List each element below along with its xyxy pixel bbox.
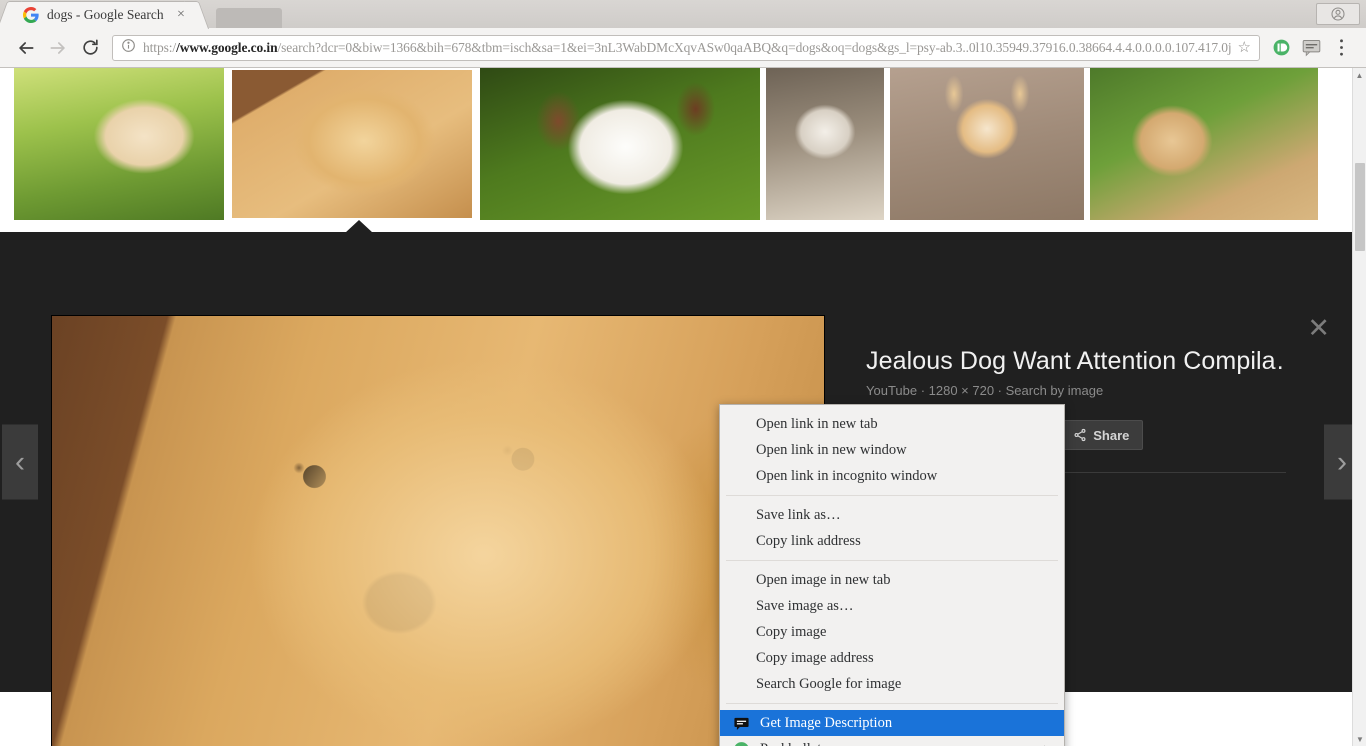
menu-item-label: Get Image Description [760,714,893,731]
menu-item-pushbullet[interactable]: Pushbullet▶ [720,736,1064,746]
menu-item-open-link-in-incognito-window[interactable]: Open link in incognito window [720,463,1064,489]
browser-chrome: dogs - Google Search × https://www.googl… [0,0,1366,68]
new-tab-button[interactable] [216,8,282,28]
result-thumbnail[interactable] [1090,68,1318,220]
menu-item-label: Open link in incognito window [756,467,938,484]
image-metadata: YouTube · 1280 × 720 · Search by image [866,383,1104,398]
chrome-menu-icon[interactable] [1326,33,1356,63]
profile-avatar-button[interactable] [1316,3,1360,25]
back-button[interactable] [10,32,42,64]
main-preview-image[interactable] [52,316,824,746]
result-thumbnail[interactable] [890,68,1084,220]
menu-separator [726,560,1058,561]
share-icon [1074,428,1086,442]
url-domain: /www.google.co.in [176,39,278,55]
address-bar[interactable]: https://www.google.co.in/search?dcr=0&bi… [112,34,1260,61]
reload-button[interactable] [74,32,106,64]
url-scheme: https:/ [143,39,177,55]
star-icon[interactable]: ☆ [1238,38,1251,57]
menu-item-label: Save link as… [756,506,841,523]
scroll-down-arrow[interactable]: ▼ [1353,732,1366,746]
description-icon [732,714,750,732]
google-g-icon [23,7,39,23]
previous-image-button[interactable]: ‹ [2,424,38,500]
menu-item-open-link-in-new-tab[interactable]: Open link in new tab [720,411,1064,437]
url-text: https://www.google.co.in/search?dcr=0&bi… [143,40,1231,56]
viewer-caret [345,220,373,233]
result-thumbnail[interactable] [480,68,760,220]
share-button[interactable]: Share [1059,420,1144,450]
context-menu[interactable]: Open link in new tab Open link in new win… [719,404,1065,746]
menu-item-label: Open link in new tab [756,415,878,432]
tab-strip: dogs - Google Search × [0,0,1366,28]
menu-separator [726,495,1058,496]
get-image-description-icon[interactable] [1296,33,1326,63]
menu-item-label: Save image as… [756,597,854,614]
menu-item-open-link-in-new-window[interactable]: Open link in new window [720,437,1064,463]
tab-close-icon[interactable]: × [173,7,189,23]
forward-button [42,32,74,64]
menu-item-open-image-in-new-tab[interactable]: Open image in new tab [720,567,1064,593]
menu-item-label: Search Google for image [756,675,902,692]
browser-tab[interactable]: dogs - Google Search × [8,1,198,28]
menu-item-label: Open image in new tab [756,571,891,588]
result-thumbnail-selected[interactable] [228,68,476,222]
pushbullet-icon[interactable] [1266,33,1296,63]
close-viewer-button[interactable]: ✕ [1307,315,1330,342]
menu-item-copy-image-address[interactable]: Copy image address [720,645,1064,671]
menu-item-save-link-as[interactable]: Save link as… [720,502,1064,528]
image-results-strip [0,68,1366,232]
menu-item-label: Copy image address [756,649,874,666]
menu-item-copy-link-address[interactable]: Copy link address [720,528,1064,554]
page-scrollbar[interactable]: ▲ ▼ [1352,68,1366,746]
scrollbar-thumb[interactable] [1355,163,1365,251]
pushbullet-icon [732,740,750,746]
google-images-results-page: ‹ › Jealous Dog Want Attention Compila… … [0,68,1366,746]
menu-item-search-google-for-image[interactable]: Search Google for image [720,671,1064,697]
menu-item-label: Copy image [756,623,827,640]
menu-separator [726,703,1058,704]
page-info-icon[interactable] [121,38,136,58]
menu-item-get-image-description[interactable]: Get Image Description [720,710,1064,736]
url-path: /search?dcr=0&biw=1366&bih=678&tbm=isch&… [277,39,1231,55]
window-controls [1316,3,1360,25]
menu-item-label: Open link in new window [756,441,907,458]
result-thumbnail[interactable] [14,68,224,220]
result-thumbnail[interactable] [766,68,884,220]
menu-item-label: Pushbullet [760,741,821,746]
tab-title: dogs - Google Search [47,7,164,22]
menu-item-label: Copy link address [756,532,861,549]
menu-item-save-image-as[interactable]: Save image as… [720,593,1064,619]
scroll-up-arrow[interactable]: ▲ [1353,68,1366,82]
browser-toolbar: https://www.google.co.in/search?dcr=0&bi… [0,28,1366,68]
image-title: Jealous Dog Want Attention Compila… [866,347,1286,375]
share-button-label: Share [1093,427,1130,443]
menu-item-copy-image[interactable]: Copy image [720,619,1064,645]
